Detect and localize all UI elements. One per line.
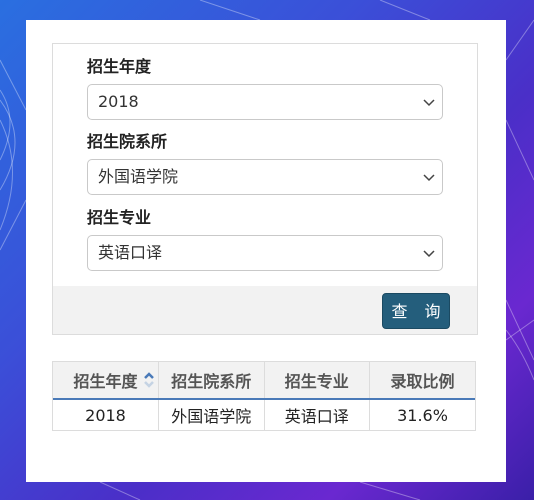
cell-ratio: 31.6% bbox=[397, 405, 448, 425]
chevron-down-icon bbox=[423, 250, 435, 258]
results-table: 招生年度 招生院系所 招生专业 录取比例 2018 外国语学院 英语口译 31.… bbox=[52, 361, 476, 431]
major-select[interactable]: 英语口译 bbox=[87, 235, 443, 271]
cell-year: 2018 bbox=[53, 399, 159, 430]
major-select-value: 英语口译 bbox=[98, 243, 163, 262]
column-header-label: 招生院系所 bbox=[171, 372, 252, 391]
chevron-down-icon bbox=[423, 174, 435, 182]
year-select-value: 2018 bbox=[98, 92, 139, 111]
column-header-ratio[interactable]: 录取比例 bbox=[369, 362, 475, 400]
cell-major: 英语口译 bbox=[264, 399, 370, 430]
column-header-label: 录取比例 bbox=[390, 372, 455, 391]
form-footer: 查 询 bbox=[53, 286, 477, 334]
chevron-down-icon bbox=[423, 99, 435, 107]
cell-department: 外国语学院 bbox=[158, 399, 265, 430]
table-row: 2018 外国语学院 英语口译 31.6% bbox=[53, 399, 475, 430]
column-header-label: 招生年度 bbox=[73, 372, 138, 391]
column-header-major[interactable]: 招生专业 bbox=[264, 362, 370, 400]
content-card: 招生年度 2018 招生院系所 外国语学院 招生专业 英语口译 查 询 招生年度… bbox=[26, 20, 506, 482]
major-label: 招生专业 bbox=[87, 208, 152, 227]
search-form: 招生年度 2018 招生院系所 外国语学院 招生专业 英语口译 查 询 bbox=[52, 43, 478, 335]
column-header-year[interactable]: 招生年度 bbox=[53, 362, 159, 400]
column-header-department[interactable]: 招生院系所 bbox=[158, 362, 265, 400]
department-label: 招生院系所 bbox=[87, 132, 168, 151]
year-select[interactable]: 2018 bbox=[87, 84, 443, 120]
query-button[interactable]: 查 询 bbox=[382, 293, 450, 329]
table-header-row: 招生年度 招生院系所 招生专业 录取比例 bbox=[53, 362, 475, 400]
department-select-value: 外国语学院 bbox=[98, 167, 179, 186]
sort-icon[interactable] bbox=[143, 372, 155, 388]
year-label: 招生年度 bbox=[87, 57, 152, 76]
department-select[interactable]: 外国语学院 bbox=[87, 159, 443, 195]
column-header-label: 招生专业 bbox=[284, 372, 349, 391]
